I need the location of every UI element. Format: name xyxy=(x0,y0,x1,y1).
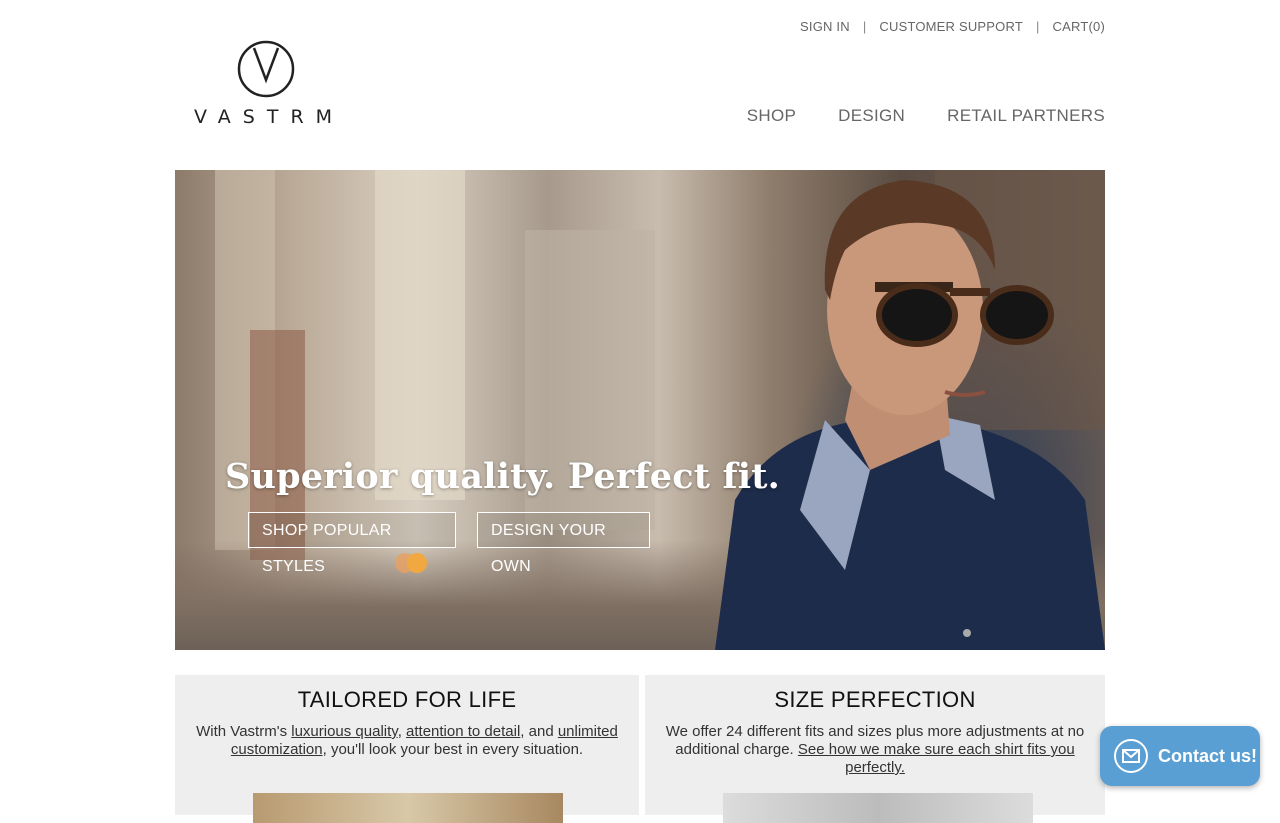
sign-in-link[interactable]: SIGN IN xyxy=(800,19,850,34)
separator: | xyxy=(1035,19,1040,34)
carousel-dot-active[interactable] xyxy=(407,553,427,573)
design-your-own-button[interactable]: DESIGN YOUR OWN xyxy=(477,512,650,575)
model-photo xyxy=(715,180,1105,650)
brand-wordmark: VASTRM xyxy=(194,106,345,128)
background-building xyxy=(375,170,465,500)
card-title: SIZE PERFECTION xyxy=(774,687,976,712)
card-title: TAILORED FOR LIFE xyxy=(297,687,517,712)
attention-to-detail-link[interactable]: attention to detail xyxy=(406,723,520,740)
card-text: , xyxy=(397,723,407,740)
contact-us-widget[interactable]: Contact us! xyxy=(1100,726,1260,786)
card-image xyxy=(723,793,1033,823)
separator: | xyxy=(862,19,867,34)
cart-link[interactable]: CART(0) xyxy=(1053,19,1105,34)
hero-headline: Superior quality. Perfect fit. xyxy=(225,456,780,497)
utility-nav: SIGN IN | CUSTOMER SUPPORT | CART(0) xyxy=(800,19,1105,34)
tailored-for-life-card: TAILORED FOR LIFE With Vastrm's luxuriou… xyxy=(175,675,639,823)
card-text: , and xyxy=(520,723,558,740)
brand-logo[interactable]: VASTRM xyxy=(194,40,339,130)
card-description: We offer 24 different fits and sizes plu… xyxy=(660,723,1090,777)
size-perfection-card: SIZE PERFECTION We offer 24 different fi… xyxy=(645,675,1105,823)
card-text: With Vastrm's xyxy=(196,723,292,740)
card-text: , you'll look your best in every situati… xyxy=(322,741,584,758)
nav-retail-partners[interactable]: RETAIL PARTNERS xyxy=(947,106,1105,126)
nav-shop[interactable]: SHOP xyxy=(747,106,796,126)
hero-banner[interactable]: Superior quality. Perfect fit. SHOP POPU… xyxy=(175,170,1105,650)
card-image xyxy=(253,793,563,823)
main-nav: SHOP DESIGN RETAIL PARTNERS xyxy=(705,106,1105,126)
nav-design[interactable]: DESIGN xyxy=(838,106,905,126)
logo-v-icon xyxy=(237,40,295,98)
card-description: With Vastrm's luxurious quality, attenti… xyxy=(192,723,622,759)
see-how-fit-link[interactable]: See how we make sure each shirt fits you… xyxy=(798,741,1075,776)
contact-us-label: Contact us! xyxy=(1158,745,1257,766)
shop-popular-styles-button[interactable]: SHOP POPULAR STYLES xyxy=(248,512,456,575)
luxurious-quality-link[interactable]: luxurious quality xyxy=(291,723,397,740)
customer-support-link[interactable]: CUSTOMER SUPPORT xyxy=(879,19,1023,34)
envelope-icon xyxy=(1114,739,1148,773)
